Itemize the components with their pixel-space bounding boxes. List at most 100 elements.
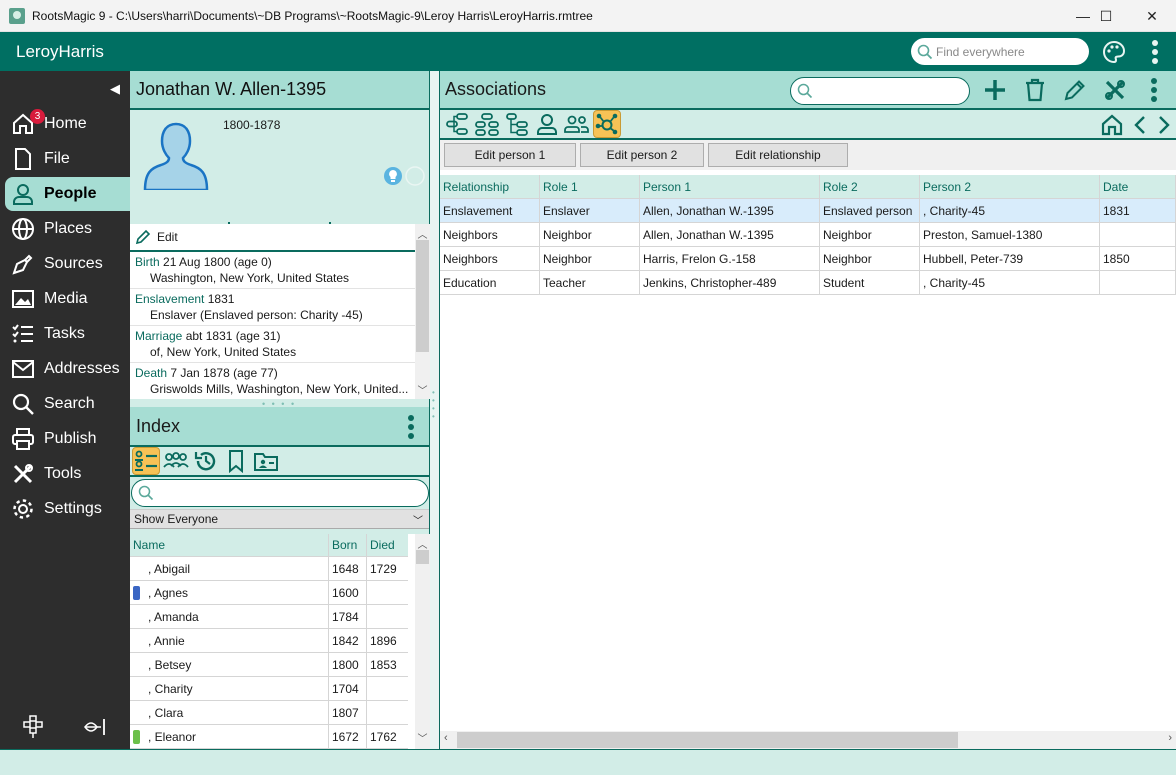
splitter-grip[interactable]: • • • • [432, 389, 435, 421]
scroll-up-icon[interactable]: ︿ [415, 226, 430, 241]
index-row[interactable]: , Betsey 1800 1853 [130, 653, 408, 677]
add-icon[interactable] [983, 78, 1007, 102]
families-view-button[interactable] [162, 447, 190, 475]
lightbulb-hint-icon[interactable] [383, 166, 403, 186]
family-tree-icon[interactable] [22, 715, 44, 739]
index-toolbar [130, 447, 429, 477]
index-row[interactable]: , Agnes 1600 [130, 581, 408, 605]
sidebar-item-sources[interactable]: Sources [5, 247, 130, 281]
sidebar-item-places[interactable]: Places [5, 212, 130, 246]
associations-view-button[interactable] [593, 110, 621, 138]
associations-horizontal-scrollbar[interactable]: ‹ › [440, 731, 1176, 749]
sidebar-item-tools[interactable]: Tools [5, 457, 130, 491]
sidebar-item-settings[interactable]: Settings [5, 492, 130, 526]
fact-row[interactable]: Death 7 Jan 1878 (age 77) Griswolds Mill… [130, 363, 415, 399]
familysearch-icon[interactable] [83, 717, 107, 737]
fact-row[interactable]: Birth 21 Aug 1800 (age 0) Washington, Ne… [130, 252, 415, 289]
pencil-icon[interactable] [1063, 78, 1087, 102]
people-view-button[interactable] [563, 110, 591, 138]
more-options-icon[interactable] [1150, 77, 1158, 103]
association-cell: Student [820, 271, 920, 294]
column-header-role-2[interactable]: Role 2 [820, 175, 920, 198]
associations-search-input[interactable] [790, 77, 970, 105]
maximize-button[interactable]: ☐ [1083, 0, 1129, 32]
edit-person-1-button[interactable]: Edit person 1 [444, 143, 576, 167]
more-options-icon[interactable] [1150, 38, 1160, 66]
sidebar-item-publish[interactable]: Publish [5, 422, 130, 456]
person-view-button[interactable] [533, 110, 561, 138]
index-row[interactable]: , Eleanor 1672 1762 [130, 725, 408, 749]
index-scrollbar[interactable]: ︿ ﹀ [415, 534, 430, 749]
column-header-relationship[interactable]: Relationship [440, 175, 540, 198]
scroll-left-icon[interactable]: ‹ [444, 732, 448, 744]
index-row[interactable]: , Annie 1842 1896 [130, 629, 408, 653]
back-icon[interactable] [1132, 113, 1148, 137]
people-list-icon [135, 450, 157, 471]
index-row[interactable]: , Charity 1704 [130, 677, 408, 701]
index-cell-born: 1784 [329, 605, 367, 628]
edit-person-button[interactable]: Edit [130, 224, 415, 252]
person-icon [537, 114, 557, 135]
fact-row[interactable]: Enslavement 1831 Enslaver (Enslaved pers… [130, 289, 415, 326]
column-header-died[interactable]: Died [367, 534, 408, 556]
column-header-person-1[interactable]: Person 1 [640, 175, 820, 198]
index-row[interactable]: , Abigail 1648 1729 [130, 557, 408, 581]
palette-icon[interactable] [1102, 40, 1126, 64]
vertical-splitter[interactable]: • • • • [430, 71, 440, 749]
index-search-input[interactable] [131, 479, 429, 507]
sidebar-item-people[interactable]: People [5, 177, 130, 211]
index-filter-dropdown[interactable]: Show Everyone ﹀ [130, 509, 429, 529]
association-row[interactable]: Neighbors Neighbor Harris, Frelon G.-158 Ne… [440, 247, 1176, 271]
groups-view-button[interactable] [252, 447, 280, 475]
tools-icon[interactable] [1103, 78, 1127, 102]
index-more-options-icon[interactable] [407, 414, 415, 440]
column-header-born[interactable]: Born [329, 534, 367, 556]
find-everywhere-input[interactable]: Find everywhere [911, 38, 1089, 65]
index-cell-born: 1842 [329, 629, 367, 652]
edit-relationship-button[interactable]: Edit relationship [708, 143, 848, 167]
column-header-name[interactable]: Name [130, 534, 329, 556]
facts-scrollbar[interactable]: ︿ ﹀ [415, 224, 430, 399]
edit-person-2-button[interactable]: Edit person 2 [580, 143, 704, 167]
scroll-down-icon[interactable]: ﹀ [415, 382, 430, 397]
sidebar-item-file[interactable]: File [5, 142, 130, 176]
pen-nib-icon [10, 251, 36, 277]
index-row[interactable]: , Amanda 1784 [130, 605, 408, 629]
status-bar [0, 749, 1176, 775]
scrollbar-thumb[interactable] [416, 550, 429, 564]
association-row[interactable]: Enslavement Enslaver Allen, Jonathan W.-13… [440, 199, 1176, 223]
fact-row[interactable]: Marriage abt 1831 (age 31) of, New York,… [130, 326, 415, 363]
column-header-person-2[interactable]: Person 2 [920, 175, 1100, 198]
scrollbar-thumb[interactable] [457, 732, 958, 748]
avatar[interactable] [138, 118, 214, 190]
bookmarks-view-button[interactable] [222, 447, 250, 475]
sidebar-item-home[interactable]: 3 Home [5, 107, 130, 141]
delete-icon[interactable] [1023, 78, 1047, 102]
family-view-button[interactable] [473, 110, 501, 138]
scroll-right-icon[interactable]: › [1168, 732, 1172, 744]
index-row[interactable]: , Clara 1807 [130, 701, 408, 725]
home-person-icon[interactable] [1100, 113, 1124, 137]
pedigree-view-button[interactable] [443, 110, 471, 138]
close-button[interactable]: ✕ [1129, 0, 1175, 32]
column-header-date[interactable]: Date [1100, 175, 1176, 198]
association-row[interactable]: Neighbors Neighbor Allen, Jonathan W.-1395… [440, 223, 1176, 247]
column-header-role-1[interactable]: Role 1 [540, 175, 640, 198]
scroll-up-icon[interactable]: ︿ [415, 536, 430, 551]
sidebar-item-tasks[interactable]: Tasks [5, 317, 130, 351]
history-view-button[interactable] [192, 447, 220, 475]
scroll-down-icon[interactable]: ﹀ [415, 730, 430, 745]
association-row[interactable]: Education Teacher Jenkins, Christopher-489… [440, 271, 1176, 295]
forward-icon[interactable] [1156, 113, 1172, 137]
descendant-view-button[interactable] [503, 110, 531, 138]
sidebar: ◀ 3 Home File People Places Sources Medi… [0, 71, 130, 749]
sidebar-item-search[interactable]: Search [5, 387, 130, 421]
sidebar-item-addresses[interactable]: Addresses [5, 352, 130, 386]
sidebar-item-media[interactable]: Media [5, 282, 130, 316]
people-list-view-button[interactable] [132, 447, 160, 475]
scrollbar-thumb[interactable] [416, 240, 429, 352]
window-title: RootsMagic 9 - C:\Users\harri\Documents\… [32, 8, 593, 23]
collapse-sidebar-button[interactable]: ◀ [110, 81, 120, 97]
search-icon [10, 391, 36, 417]
familysearch-match-icon[interactable] [405, 166, 425, 186]
